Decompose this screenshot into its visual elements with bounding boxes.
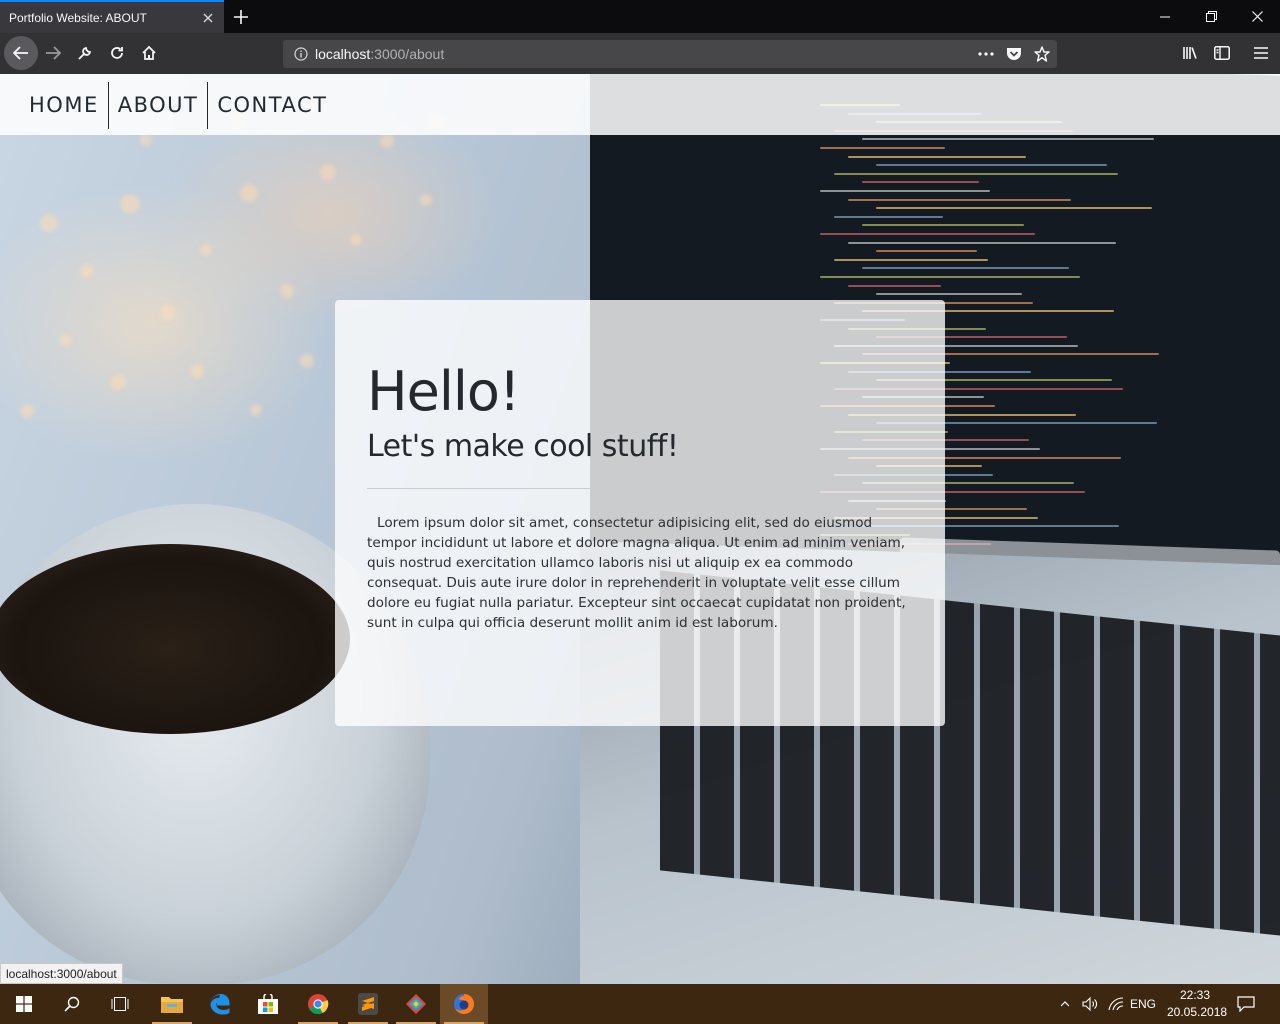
url-host: localhost [315, 46, 371, 62]
pocket-icon[interactable] [1004, 44, 1024, 64]
bokeh-dot [200, 244, 212, 256]
bokeh-dot [20, 404, 34, 418]
site-nav: HOME ABOUT CONTACT [0, 74, 1280, 135]
task-view-icon[interactable] [96, 984, 144, 1024]
status-bar: localhost:3000/about [0, 963, 123, 984]
about-card: Hello! Let's make cool stuff! Lorem ipsu… [335, 300, 945, 726]
url-text[interactable]: localhost:3000/about [315, 46, 444, 62]
code-line [862, 181, 979, 184]
clock-date[interactable]: 20.05.2018 [1167, 1005, 1227, 1019]
nav-contact[interactable]: CONTACT [208, 74, 336, 135]
reload-icon[interactable] [102, 38, 132, 68]
bokeh-dot [280, 284, 294, 298]
code-line [876, 293, 1022, 296]
tab-title: Portfolio Website: ABOUT [9, 10, 147, 25]
bokeh-dot [300, 354, 314, 368]
code-line [820, 190, 990, 192]
code-line [820, 233, 1035, 235]
clock-time[interactable]: 22:33 [1180, 988, 1210, 1002]
menu-icon[interactable] [1246, 38, 1276, 68]
page-title: Hello! [367, 360, 521, 423]
firefox-icon[interactable] [440, 984, 488, 1024]
divider [367, 488, 913, 490]
restore-icon[interactable] [1188, 0, 1234, 33]
gitkraken-icon[interactable] [392, 984, 440, 1024]
bokeh-dot [420, 194, 432, 206]
url-bar[interactable]: localhost:3000/about [283, 40, 1057, 68]
bokeh-dot [60, 334, 72, 346]
bokeh-dot [40, 214, 58, 232]
page-subtitle: Let's make cool stuff! [367, 429, 679, 465]
code-line [848, 241, 1116, 244]
start-icon[interactable] [0, 984, 48, 1024]
minimize-icon[interactable] [1142, 0, 1188, 33]
edge-icon[interactable] [196, 984, 244, 1024]
tab-active[interactable]: Portfolio Website: ABOUT [0, 0, 224, 33]
nav-home[interactable]: HOME [20, 74, 108, 135]
bokeh-dot [140, 134, 152, 146]
page-viewport: HOME ABOUT CONTACT Hello! Let's make coo… [0, 74, 1280, 984]
chevron-up-icon[interactable] [1054, 984, 1076, 1024]
bokeh-dot [240, 184, 258, 202]
code-line [834, 258, 988, 261]
code-line [848, 284, 941, 287]
search-icon[interactable] [48, 984, 96, 1024]
new-tab-icon[interactable] [228, 4, 254, 30]
bokeh-dot [190, 364, 204, 378]
close-tab-icon[interactable] [196, 6, 220, 30]
code-line [848, 155, 1026, 158]
about-text: Lorem ipsum dolor sit amet, consectetur … [367, 515, 906, 632]
info-icon[interactable] [291, 44, 311, 64]
code-line [862, 224, 1024, 227]
sublime-text-icon[interactable] [344, 984, 392, 1024]
coffee-image [0, 544, 350, 734]
code-line [862, 267, 1069, 270]
language-indicator[interactable]: ENG [1130, 997, 1156, 1011]
bokeh-dot [110, 374, 126, 390]
bookmark-star-icon[interactable] [1032, 44, 1052, 64]
nav-toolbar: localhost:3000/about [0, 33, 1280, 74]
page-actions-icon[interactable] [976, 44, 996, 64]
home-icon[interactable] [134, 38, 164, 68]
code-line [876, 164, 1107, 167]
code-line [834, 215, 943, 218]
bokeh-dot [320, 164, 336, 180]
tab-bar: Portfolio Website: ABOUT [0, 0, 1280, 33]
library-icon[interactable] [1175, 38, 1205, 68]
code-line [820, 276, 1080, 278]
file-explorer-icon[interactable] [148, 984, 196, 1024]
wrench-icon[interactable] [70, 38, 100, 68]
store-icon[interactable] [244, 984, 292, 1024]
bokeh-dot [80, 264, 94, 278]
forward-button[interactable] [38, 38, 68, 68]
sidebar-icon[interactable] [1207, 38, 1237, 68]
notifications-icon[interactable] [1226, 984, 1266, 1024]
code-line [876, 207, 1152, 210]
window-close-icon[interactable] [1234, 0, 1280, 33]
url-path: :3000/about [370, 46, 445, 62]
bokeh-dot [250, 404, 262, 416]
code-line [820, 147, 945, 149]
back-button[interactable] [4, 36, 38, 70]
nav-about[interactable]: ABOUT [109, 74, 208, 135]
taskbar: ENG 22:33 20.05.2018 [0, 984, 1280, 1024]
bokeh-dot [380, 134, 394, 148]
bokeh-dot [350, 234, 362, 246]
code-line [876, 250, 977, 253]
code-line [848, 198, 1071, 201]
code-line [862, 138, 1154, 141]
chrome-icon[interactable] [294, 984, 342, 1024]
wifi-icon[interactable] [1104, 984, 1128, 1024]
volume-icon[interactable] [1078, 984, 1102, 1024]
bokeh-dot [160, 304, 176, 320]
bokeh-dot [120, 194, 140, 214]
code-line [834, 172, 1118, 175]
